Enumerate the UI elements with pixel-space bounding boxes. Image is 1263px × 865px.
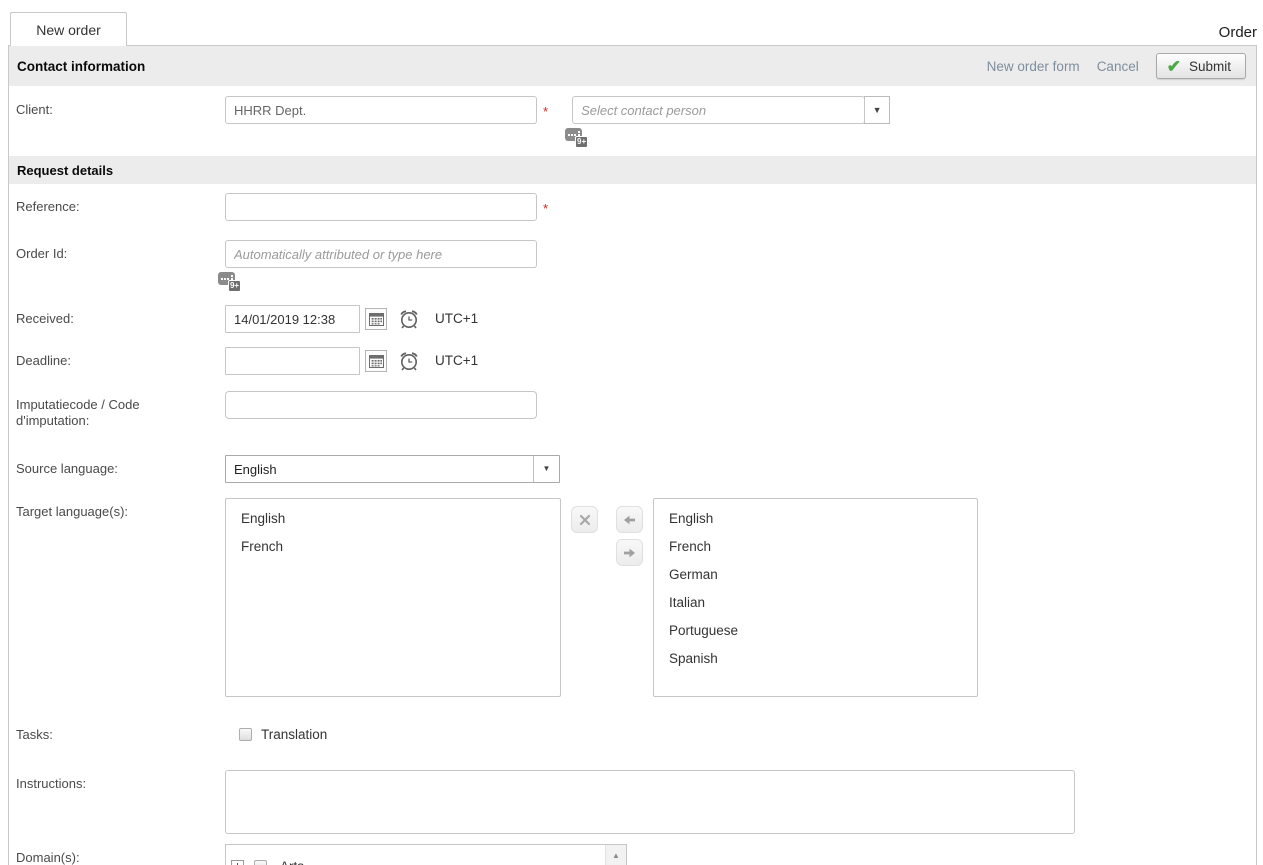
list-item[interactable]: English <box>226 505 560 533</box>
submit-button-label: Submit <box>1189 59 1231 74</box>
domain-checkbox[interactable] <box>254 860 267 865</box>
domain-label: Arts <box>277 859 304 865</box>
clock-icon[interactable] <box>397 349 421 373</box>
received-timezone: UTC+1 <box>435 305 478 326</box>
target-languages-row: Target language(s): EnglishFrench <box>9 498 1256 697</box>
order-id-field: 9+ <box>225 240 537 291</box>
scroll-up-icon[interactable]: ▲ <box>606 845 626 865</box>
contacts-badge: 9+ <box>575 136 588 148</box>
cancel-link[interactable]: Cancel <box>1097 59 1139 74</box>
list-item[interactable]: German <box>654 561 977 589</box>
reference-label: Reference: <box>16 193 225 221</box>
instructions-label: Instructions: <box>16 770 225 834</box>
header-actions: New order form Cancel ✔ Submit <box>987 53 1246 79</box>
submit-button[interactable]: ✔ Submit <box>1156 53 1246 79</box>
domain-row: Arts <box>231 852 626 865</box>
contact-person-input[interactable] <box>572 96 865 124</box>
clock-icon[interactable] <box>397 307 421 331</box>
instructions-textarea[interactable] <box>225 770 1075 834</box>
move-left-button[interactable] <box>616 506 643 533</box>
tab-new-order-label: New order <box>36 22 101 38</box>
imputation-code-input[interactable] <box>225 391 537 419</box>
reference-input[interactable] <box>225 193 537 221</box>
contacts-icon[interactable]: 9+ <box>218 272 241 292</box>
list-item[interactable]: Spanish <box>654 645 977 673</box>
target-languages-label: Target language(s): <box>16 498 225 697</box>
domains-tree[interactable]: Arts Computer science Website ▲ <box>225 844 627 865</box>
list-item[interactable]: Portuguese <box>654 617 977 645</box>
domains-label: Domain(s): <box>16 844 225 865</box>
received-label: Received: <box>16 305 225 333</box>
source-language-label: Source language: <box>16 455 225 483</box>
list-item[interactable]: French <box>654 533 977 561</box>
contacts-badge: 9+ <box>228 280 241 292</box>
calendar-icon[interactable] <box>365 308 387 330</box>
target-languages-selected-listbox[interactable]: EnglishFrench <box>225 498 561 697</box>
arrow-right-icon <box>623 547 636 559</box>
check-icon: ✔ <box>1167 58 1181 75</box>
deadline-datetime-input[interactable] <box>225 347 360 375</box>
deadline-row: Deadline: <box>9 347 1256 375</box>
list-item[interactable]: French <box>226 533 560 561</box>
clear-selection-button[interactable] <box>571 506 598 533</box>
tab-bar: New order Order <box>0 0 1263 45</box>
list-item[interactable]: Italian <box>654 589 977 617</box>
contact-person-field: 9+ <box>572 96 865 147</box>
imputation-code-row: Imputatiecode / Code d'imputation: <box>9 391 1256 429</box>
received-row: Received: <box>9 305 1256 333</box>
chevron-down-icon: ▼ <box>543 465 551 473</box>
source-language-value: English <box>226 462 533 477</box>
imputation-code-label: Imputatiecode / Code d'imputation: <box>16 391 225 429</box>
contact-person-dropdown-button[interactable]: ▼ <box>864 96 890 124</box>
source-language-row: Source language: English ▼ <box>9 455 1256 483</box>
received-datetime-input[interactable] <box>225 305 360 333</box>
expand-plus-icon[interactable] <box>231 860 244 865</box>
instructions-row: Instructions: <box>9 770 1256 834</box>
contact-information-header: Contact information New order form Cance… <box>9 46 1256 86</box>
order-form-panel: Contact information New order form Cance… <box>8 45 1257 865</box>
reference-required-mark: * <box>543 193 548 216</box>
chevron-down-icon: ▼ <box>873 106 882 115</box>
domains-row: Domain(s): Arts Computer science Website… <box>9 844 1256 865</box>
client-required-mark: * <box>543 96 548 119</box>
new-order-form-link[interactable]: New order form <box>987 59 1080 74</box>
translation-checkbox[interactable] <box>239 728 252 741</box>
arrow-left-icon <box>623 514 636 526</box>
deadline-label: Deadline: <box>16 347 225 375</box>
tab-new-order[interactable]: New order <box>10 12 127 46</box>
domains-scrollbar[interactable]: ▲ <box>605 845 626 865</box>
target-languages-available-listbox[interactable]: EnglishFrenchGermanItalianPortugueseSpan… <box>653 498 978 697</box>
x-icon <box>579 514 591 526</box>
client-label: Client: <box>16 96 225 147</box>
tasks-label: Tasks: <box>16 725 225 743</box>
deadline-timezone: UTC+1 <box>435 347 478 368</box>
order-id-label: Order Id: <box>16 240 225 291</box>
order-id-row: Order Id: 9+ <box>9 240 1256 291</box>
contacts-icon[interactable]: 9+ <box>565 128 588 148</box>
source-language-select[interactable]: English ▼ <box>225 455 560 483</box>
reference-row: Reference: * <box>9 193 1256 221</box>
list-item[interactable]: English <box>654 505 977 533</box>
client-row: Client: * 9+ ▼ <box>9 86 1256 156</box>
page-title: Order <box>1219 24 1257 41</box>
contact-information-title: Contact information <box>17 59 145 74</box>
client-input[interactable] <box>225 96 537 124</box>
order-id-input[interactable] <box>225 240 537 268</box>
translation-checkbox-label: Translation <box>261 727 327 742</box>
calendar-icon[interactable] <box>365 350 387 372</box>
request-details-header: Request details <box>9 156 1256 184</box>
tasks-row: Tasks: Translation <box>9 725 1256 743</box>
move-right-button[interactable] <box>616 539 643 566</box>
request-details-title: Request details <box>17 163 113 178</box>
